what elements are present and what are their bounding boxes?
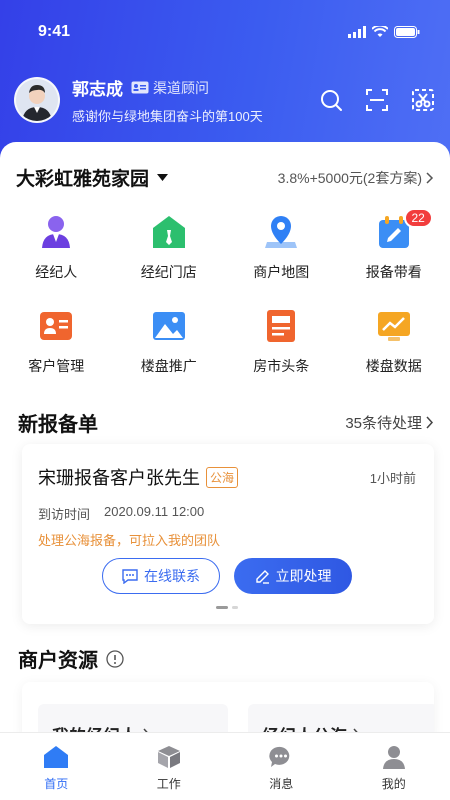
feature-grid: 经纪人 经纪门店 商户地图 22 报备带看 客户管理 楼盘推广 房市头条 楼盘数…	[0, 208, 450, 382]
tab-label: 工作	[156, 777, 181, 791]
tab-label: 我的	[381, 777, 406, 791]
visit-label: 到访时间	[38, 507, 91, 522]
pending-link[interactable]: 35条待处理	[345, 412, 434, 433]
commission-link[interactable]: 3.8%+5000元(2套方案)	[278, 168, 434, 188]
grid-label: 楼盘数据	[365, 358, 422, 374]
grid-item-map[interactable]: 商户地图	[225, 214, 338, 288]
scissors-icon[interactable]	[410, 87, 436, 113]
info-icon[interactable]	[106, 649, 124, 668]
public-pool-tag: 公海	[206, 466, 239, 488]
tab-work[interactable]: 工作	[113, 733, 226, 800]
user-role: 渠道顾问	[131, 78, 209, 98]
report-warning: 处理公海报备，可拉入我的团队	[38, 533, 221, 548]
project-row: 大彩虹雅苑家园 3.8%+5000元(2套方案)	[16, 164, 434, 191]
user-subtitle: 感谢你与绿地集团奋斗的第100天	[72, 109, 263, 124]
user-name: 郭志成	[72, 80, 123, 99]
agent-icon	[38, 214, 74, 250]
visit-time: 2020.09.11 12:00	[104, 504, 205, 519]
grid-item-data[interactable]: 楼盘数据	[338, 308, 450, 382]
chat-icon	[269, 746, 290, 767]
contact-online-label: 在线联系	[144, 568, 200, 584]
section-title: 新报备单	[18, 414, 98, 436]
carousel-dot	[232, 606, 238, 609]
grid-label: 经纪门店	[140, 264, 197, 280]
merchant-header: 商户资源	[18, 644, 434, 673]
edit-icon	[255, 569, 269, 584]
visit-row: 到访时间 2020.09.11 12:00	[38, 504, 204, 523]
tab-label: 首页	[44, 777, 69, 791]
grid-item-report[interactable]: 22 报备带看	[338, 208, 450, 288]
user-icon	[382, 746, 405, 769]
scan-icon[interactable]	[364, 87, 390, 113]
chat-bubble-icon	[122, 568, 138, 584]
status-time: 9:41	[38, 23, 71, 40]
commission-text: 3.8%+5000元(2套方案)	[277, 169, 422, 186]
project-selector[interactable]: 大彩虹雅苑家园	[16, 164, 169, 191]
bottom-tab-bar: 首页 工作 消息 我的	[0, 732, 450, 800]
grid-label: 商户地图	[253, 264, 310, 280]
tab-messages[interactable]: 消息	[225, 733, 338, 800]
customer-card-icon	[38, 308, 74, 344]
news-icon	[263, 308, 299, 344]
user-role-label: 渠道顾问	[153, 79, 209, 96]
process-now-button[interactable]: 立即处理	[234, 558, 352, 594]
new-reports-header: 新报备单 35条待处理	[18, 408, 434, 437]
report-card[interactable]: 宋珊报备客户张先生 公海 1小时前 到访时间 2020.09.11 12:00 …	[22, 444, 434, 624]
chevron-right-icon	[426, 171, 434, 184]
grid-label: 客户管理	[28, 358, 85, 374]
report-time-ago: 1小时前	[369, 470, 416, 486]
search-icon[interactable]	[318, 87, 344, 113]
map-pin-icon	[263, 214, 299, 250]
report-title: 宋珊报备客户张先生	[38, 468, 200, 488]
contact-online-button[interactable]: 在线联系	[102, 558, 220, 594]
section-title: 商户资源	[18, 650, 98, 672]
grid-item-news[interactable]: 房市头条	[225, 308, 338, 382]
pending-link-label: 35条待处理	[345, 415, 422, 432]
carousel-dot-active	[216, 606, 228, 609]
grid-item-promotion[interactable]: 楼盘推广	[113, 308, 226, 382]
tab-label: 消息	[269, 777, 294, 791]
carousel-dots	[216, 606, 238, 609]
grid-item-store[interactable]: 经纪门店	[113, 214, 226, 288]
signal-icon	[348, 26, 366, 38]
caret-down-icon	[157, 174, 169, 181]
home-icon	[44, 746, 69, 768]
grid-label: 楼盘推广	[140, 358, 197, 374]
wifi-icon	[372, 26, 388, 37]
battery-icon	[394, 26, 420, 38]
id-card-icon	[131, 81, 149, 94]
grid-label: 房市头条	[253, 358, 310, 374]
project-name: 大彩虹雅苑家园	[16, 169, 150, 190]
avatar[interactable]	[14, 77, 60, 123]
report-badge: 22	[403, 208, 433, 228]
status-bar: 9:41	[38, 22, 420, 42]
main-card: 大彩虹雅苑家园 3.8%+5000元(2套方案) 经纪人 经纪门店 商户地图 2…	[0, 142, 450, 800]
tab-me[interactable]: 我的	[338, 733, 450, 800]
image-icon	[151, 308, 187, 344]
grid-item-customer[interactable]: 客户管理	[0, 308, 113, 382]
tab-home[interactable]: 首页	[0, 733, 113, 800]
chart-icon	[376, 308, 412, 344]
store-icon	[151, 214, 187, 250]
cube-icon	[157, 746, 180, 768]
system-icons	[348, 26, 420, 38]
grid-item-agent[interactable]: 经纪人	[0, 214, 113, 288]
process-now-label: 立即处理	[275, 568, 332, 584]
chevron-right-icon	[426, 416, 434, 429]
profile-bar: 郭志成 渠道顾问 感谢你与绿地集团奋斗的第100天	[14, 72, 436, 128]
grid-label: 经纪人	[35, 264, 78, 280]
grid-label: 报备带看	[365, 264, 422, 280]
